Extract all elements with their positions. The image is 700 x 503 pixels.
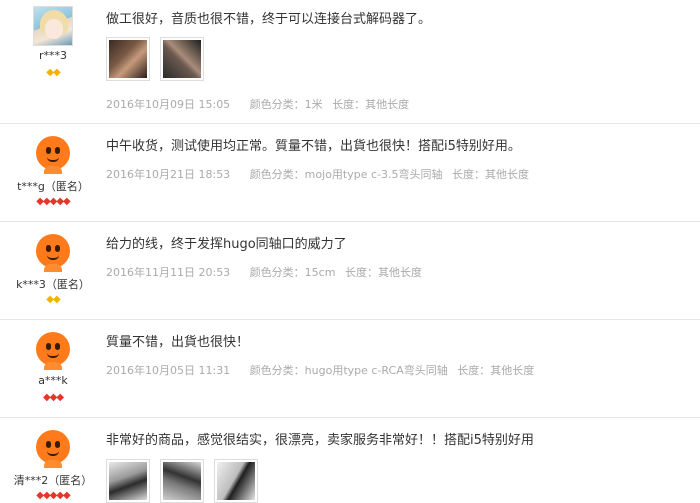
buyer-level-badge: ◆◆◆◆◆ <box>36 490 70 501</box>
review-date: 2016年10月21日 18:53 <box>106 168 231 181</box>
user-avatar[interactable] <box>33 134 73 174</box>
review-photos <box>106 37 204 81</box>
user-avatar[interactable] <box>33 6 73 46</box>
review-text: 非常好的商品，感觉很结实，很漂亮，卖家服务非常好！！搭配i5特别好用 <box>106 433 534 448</box>
review-photo-thumb[interactable] <box>214 459 258 503</box>
review-meta: 2016年11月11日 20:53 颜色分类：15cm 长度：其他长度 <box>106 264 428 280</box>
user-nick: a***k <box>38 374 68 387</box>
buyer-level-badge: ◆◆ <box>46 294 60 305</box>
sku-color: 颜色分类：hugo用type c-RCA弯头同轴 <box>249 364 448 377</box>
sku-length: 长度：其他长度 <box>344 266 422 279</box>
review-photo-thumb[interactable] <box>106 459 150 503</box>
review-item: r***3 ◆◆ 做工很好，音质也很不错，终于可以连接台式解码器了。 2016年… <box>0 0 700 124</box>
review-date: 2016年11月11日 20:53 <box>106 266 231 279</box>
review-photos <box>106 459 258 503</box>
sku-length: 长度：其他长度 <box>457 364 535 377</box>
review-item: k***3（匿名） ◆◆ 给力的线，终于发挥hugo同轴口的威力了 2016年1… <box>0 222 700 320</box>
buyer-level-badge: ◆◆ <box>46 67 60 78</box>
user-nick: t***g（匿名） <box>17 180 89 193</box>
user-nick: r***3 <box>38 49 68 62</box>
review-photo-thumb[interactable] <box>160 37 204 81</box>
user-avatar[interactable] <box>33 232 73 272</box>
review-date: 2016年10月05日 11:31 <box>106 364 231 377</box>
review-text: 質量不错，出貨也很快！ <box>106 335 250 350</box>
review-photo-thumb[interactable] <box>106 37 150 81</box>
sku-color: 颜色分类：1米 <box>249 98 323 111</box>
user-avatar[interactable] <box>33 428 73 468</box>
review-text: 给力的线，终于发挥hugo同轴口的威力了 <box>106 237 347 252</box>
review-photo-thumb[interactable] <box>160 459 204 503</box>
sku-length: 长度：其他长度 <box>332 98 410 111</box>
buyer-level-badge: ◆◆◆ <box>42 392 64 403</box>
review-date: 2016年10月09日 15:05 <box>106 98 231 111</box>
user-nick: 清***2（匿名） <box>13 474 93 487</box>
review-item: 清***2（匿名） ◆◆◆◆◆ 非常好的商品，感觉很结实，很漂亮，卖家服务非常好… <box>0 418 700 503</box>
review-meta: 2016年10月21日 18:53 颜色分类：mojo用type c-3.5弯头… <box>106 166 535 182</box>
review-text: 中午收货，测试使用均正常。質量不错，出貨也很快！搭配i5特别好用。 <box>106 139 521 154</box>
review-item: a***k ◆◆◆ 質量不错，出貨也很快！ 2016年10月05日 11:31 … <box>0 320 700 418</box>
sku-color: 颜色分类：15cm <box>249 266 336 279</box>
review-meta: 2016年10月05日 11:31 颜色分类：hugo用type c-RCA弯头… <box>106 362 540 378</box>
review-item: t***g（匿名） ◆◆◆◆◆ 中午收货，测试使用均正常。質量不错，出貨也很快！… <box>0 124 700 222</box>
sku-length: 长度：其他长度 <box>452 168 529 181</box>
user-nick: k***3（匿名） <box>16 278 90 291</box>
review-text: 做工很好，音质也很不错，终于可以连接台式解码器了。 <box>106 12 432 27</box>
buyer-level-badge: ◆◆◆◆◆ <box>36 196 70 207</box>
review-meta: 2016年10月09日 15:05 颜色分类：1米 长度：其他长度 <box>106 96 415 112</box>
user-avatar[interactable] <box>33 330 73 370</box>
sku-color: 颜色分类：mojo用type c-3.5弯头同轴 <box>249 168 443 181</box>
